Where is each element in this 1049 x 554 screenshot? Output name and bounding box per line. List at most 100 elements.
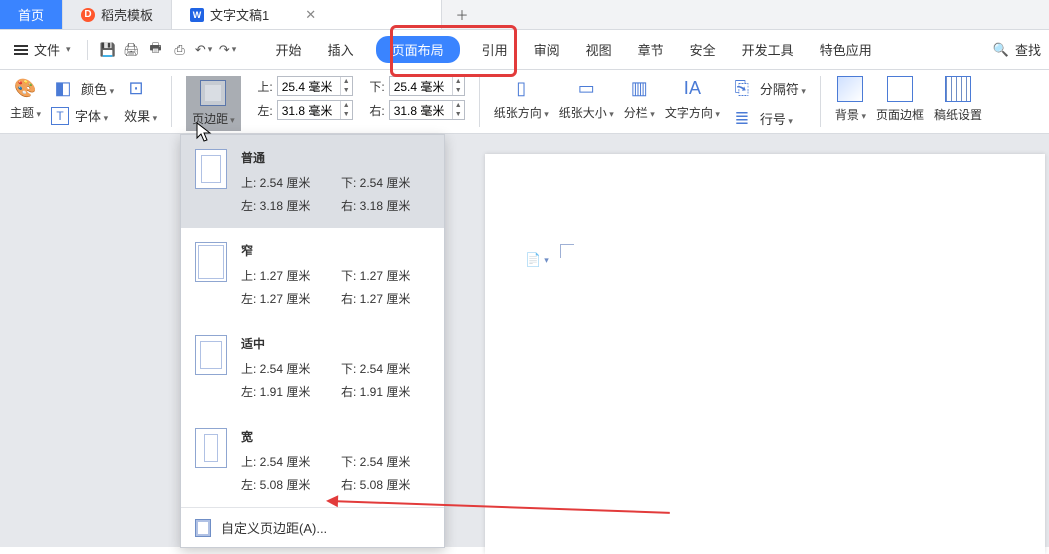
page-options-floating[interactable]: 📄 ▾ [525, 252, 549, 268]
margins-preset-thumb [195, 428, 227, 468]
divider [171, 76, 172, 127]
margin-top-label: 上: [251, 78, 273, 95]
find-button[interactable]: 🔍 查找 [993, 40, 1041, 59]
breaks-button[interactable]: ⎘分隔符 [730, 76, 806, 100]
linenum-icon: ≣ [730, 106, 754, 130]
file-menu[interactable]: 文件 ▾ [8, 40, 77, 59]
breaks-icon: ⎘ [730, 76, 754, 100]
wps-doc-icon: W [190, 8, 204, 22]
menu-insert[interactable]: 插入 [324, 36, 358, 63]
divider [87, 40, 88, 60]
margins-icon [200, 80, 226, 106]
tab-home-label: 首页 [18, 5, 44, 24]
page-corner-mark [560, 244, 574, 258]
margin-right-label: 右: [363, 102, 385, 119]
search-icon: 🔍 [993, 42, 1009, 58]
margins-preset-title: 适中 [241, 335, 441, 352]
font-icon: T [51, 107, 69, 125]
effect-extra-icon: ⊡ [124, 76, 148, 100]
document-page[interactable] [485, 154, 1045, 554]
margins-spinners-left: 上: ▲▼ 左: ▲▼ [251, 76, 353, 120]
menu-references[interactable]: 引用 [478, 36, 512, 63]
columns-icon: ▥ [627, 76, 651, 100]
textdir-button[interactable]: ⅠA 文字方向 [665, 76, 720, 121]
hamburger-icon [14, 45, 28, 55]
margins-preset-1[interactable]: 窄上: 1.27 厘米下: 1.27 厘米左: 1.27 厘米右: 1.27 厘… [181, 228, 444, 321]
manuscript-icon [945, 76, 971, 102]
workspace: 📄 ▾ [0, 134, 1049, 547]
find-label: 查找 [1015, 40, 1041, 59]
daoke-icon: D [81, 8, 95, 22]
margin-bottom-input[interactable]: ▲▼ [389, 76, 465, 96]
margins-preset-3[interactable]: 宽上: 2.54 厘米下: 2.54 厘米左: 5.08 厘米右: 5.08 厘… [181, 414, 444, 507]
margins-preset-title: 普通 [241, 149, 441, 166]
quick-print-icon[interactable]: ⎙ [170, 40, 190, 60]
redo-icon[interactable]: ↷ [218, 40, 238, 60]
margins-preset-thumb [195, 149, 227, 189]
margins-button[interactable]: 页边距 [186, 76, 241, 131]
menu-bar: 文件 ▾ 💾 🖨 🖶 ⎙ ↶ ↷ 开始 插入 页面布局 引用 审阅 视图 章节 … [0, 30, 1049, 70]
tab-daoke-label: 稻壳模板 [101, 5, 153, 24]
margins-custom-icon [195, 519, 211, 537]
tab-home[interactable]: 首页 [0, 0, 63, 29]
print-preview-icon[interactable]: 🖶 [146, 40, 166, 60]
menu-safety[interactable]: 安全 [686, 36, 720, 63]
margin-right-input[interactable]: ▲▼ [389, 100, 465, 120]
effect-button[interactable]: 效果 [124, 106, 157, 125]
margins-spinners-right: 下: ▲▼ 右: ▲▼ [363, 76, 465, 120]
theme-group[interactable]: 🎨 主题 [10, 76, 41, 121]
menu-start[interactable]: 开始 [272, 36, 306, 63]
margins-preset-thumb [195, 242, 227, 282]
divider [820, 76, 821, 127]
margins-dropdown: 普通上: 2.54 厘米下: 2.54 厘米左: 3.18 厘米右: 3.18 … [180, 134, 445, 548]
orientation-icon: ▯ [509, 76, 533, 100]
margin-top-input[interactable]: ▲▼ [277, 76, 353, 96]
columns-button[interactable]: ▥ 分栏 [624, 76, 655, 121]
margins-preset-thumb [195, 335, 227, 375]
chevron-down-icon: ▾ [66, 44, 71, 55]
menu-devtools[interactable]: 开发工具 [738, 36, 798, 63]
margins-custom-item[interactable]: 自定义页边距(A)... [181, 507, 444, 547]
margins-preset-2[interactable]: 适中上: 2.54 厘米下: 2.54 厘米左: 1.91 厘米右: 1.91 … [181, 321, 444, 414]
divider [479, 76, 480, 127]
tab-add-button[interactable]: ＋ [442, 0, 482, 29]
pageborder-icon [887, 76, 913, 102]
margins-custom-label: 自定义页边距(A)... [221, 518, 327, 537]
margin-left-input[interactable]: ▲▼ [277, 100, 353, 120]
background-icon [837, 76, 863, 102]
manuscript-button[interactable]: 稿纸设置 [934, 76, 982, 123]
menu-special[interactable]: 特色应用 [816, 36, 876, 63]
file-menu-label: 文件 [34, 40, 60, 59]
tab-daoke[interactable]: D 稻壳模板 [63, 0, 172, 29]
menu-review[interactable]: 审阅 [530, 36, 564, 63]
undo-icon[interactable]: ↶ [194, 40, 214, 60]
print-icon[interactable]: 🖨 [122, 40, 142, 60]
textdir-icon: ⅠA [680, 76, 704, 100]
close-icon[interactable]: ✕ [305, 7, 316, 23]
margins-preset-0[interactable]: 普通上: 2.54 厘米下: 2.54 厘米左: 3.18 厘米右: 3.18 … [181, 135, 444, 228]
effect-extra[interactable]: ⊡ [124, 76, 157, 100]
margin-bottom-label: 下: [363, 78, 385, 95]
orientation-button[interactable]: ▯ 纸张方向 [494, 76, 549, 121]
margins-label: 页边距 [192, 110, 235, 127]
margins-preset-title: 窄 [241, 242, 441, 259]
linenum-button[interactable]: ≣行号 [730, 106, 806, 130]
theme-label: 主题 [10, 104, 41, 121]
menu-view[interactable]: 视图 [582, 36, 616, 63]
papersize-icon: ▭ [574, 76, 598, 100]
margins-preset-title: 宽 [241, 428, 441, 445]
margin-left-label: 左: [251, 102, 273, 119]
ribbon: 🎨 主题 ◧颜色 T字体 ⊡ 效果 页边距 上: ▲▼ 左: ▲▼ [0, 70, 1049, 134]
tab-doc[interactable]: W 文字文稿1 ✕ [172, 0, 442, 29]
menu-pagelayout[interactable]: 页面布局 [376, 36, 460, 63]
save-icon[interactable]: 💾 [98, 40, 118, 60]
font-button[interactable]: T字体 [51, 106, 114, 125]
color-icon: ◧ [51, 76, 75, 100]
theme-icon: 🎨 [14, 76, 38, 100]
menu-section[interactable]: 章节 [634, 36, 668, 63]
papersize-button[interactable]: ▭ 纸张大小 [559, 76, 614, 121]
color-button[interactable]: ◧颜色 [51, 76, 114, 100]
tab-bar: 首页 D 稻壳模板 W 文字文稿1 ✕ ＋ [0, 0, 1049, 30]
pageborder-button[interactable]: 页面边框 [876, 76, 924, 123]
background-button[interactable]: 背景 [835, 76, 866, 123]
